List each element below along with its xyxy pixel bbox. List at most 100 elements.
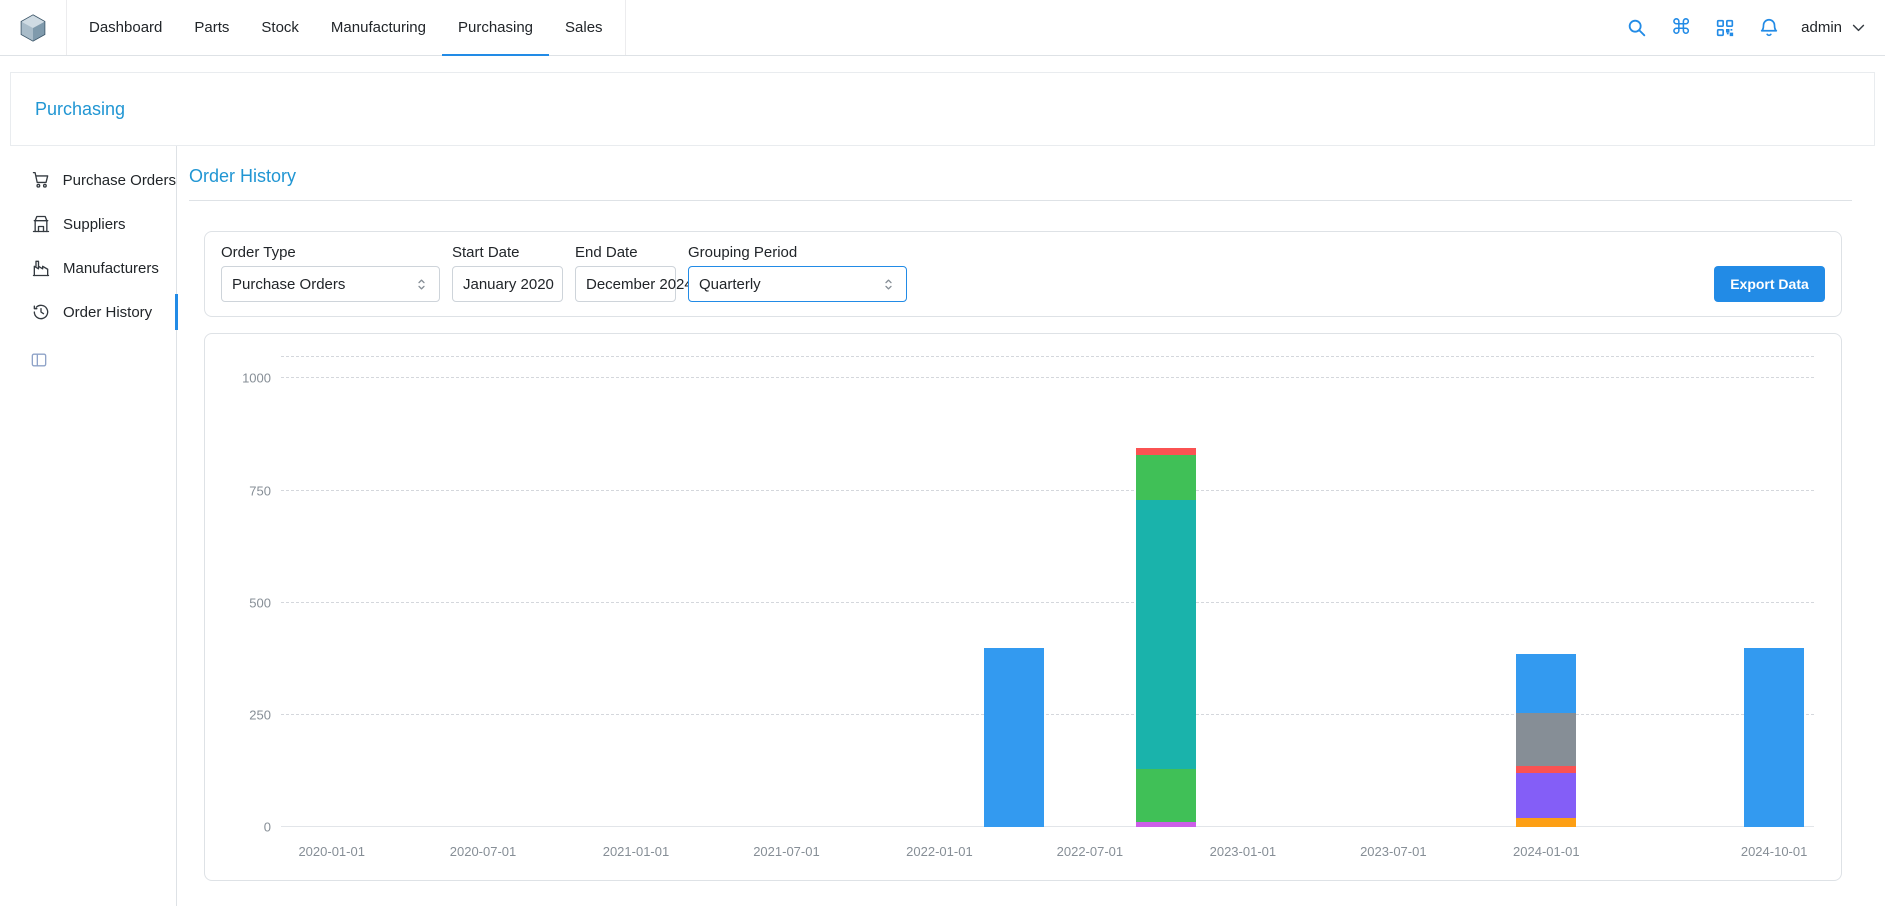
factory-icon <box>31 258 51 278</box>
top-navbar: Dashboard Parts Stock Manufacturing Purc… <box>0 0 1885 56</box>
app-logo[interactable] <box>18 13 48 43</box>
search-icon <box>1626 17 1648 39</box>
gridline <box>281 377 1814 378</box>
chart-plot <box>281 356 1814 827</box>
order-type-label: Order Type <box>221 244 440 261</box>
gridline <box>281 490 1814 491</box>
y-tick-label: 750 <box>249 483 271 498</box>
breadcrumb[interactable]: Purchasing <box>35 99 125 120</box>
sidebar-item-manufacturers[interactable]: Manufacturers <box>0 246 176 290</box>
sidebar-item-label: Order History <box>63 304 152 321</box>
page-title: Order History <box>189 166 1852 187</box>
bar-segment <box>1744 648 1804 827</box>
search-button[interactable] <box>1625 16 1649 40</box>
title-divider <box>189 200 1852 201</box>
order-type-select[interactable]: Purchase Orders <box>221 266 440 302</box>
bar-segment <box>1516 773 1576 818</box>
y-tick-label: 250 <box>249 707 271 722</box>
chart-x-axis: 2020-01-01 2020-07-01 2021-01-01 2021-07-01… <box>281 844 1814 864</box>
breadcrumb-panel: Purchasing <box>10 72 1875 146</box>
y-tick-label: 500 <box>249 595 271 610</box>
y-tick-label: 0 <box>264 820 271 835</box>
y-tick-label: 1000 <box>242 371 271 386</box>
stacked-bar[interactable] <box>1744 356 1804 827</box>
sidebar-item-suppliers[interactable]: Suppliers <box>0 202 176 246</box>
tab-parts[interactable]: Parts <box>178 0 245 56</box>
bell-icon <box>1758 17 1780 39</box>
order-type-value: Purchase Orders <box>232 276 345 293</box>
tab-purchasing[interactable]: Purchasing <box>442 0 549 56</box>
start-date-input[interactable]: January 2020 <box>452 266 563 302</box>
username-label: admin <box>1801 19 1842 36</box>
building-store-icon <box>31 214 51 234</box>
stacked-bar[interactable] <box>1136 356 1196 827</box>
x-tick-label: 2024-10-01 <box>1741 844 1808 859</box>
order-type-field: Order Type Purchase Orders <box>221 244 440 302</box>
sidebar-item-label: Purchase Orders <box>63 172 176 189</box>
x-tick-label: 2020-07-01 <box>450 844 517 859</box>
chart-y-axis: 02505007501000 <box>205 356 271 827</box>
bar-segment <box>1516 818 1576 827</box>
sidebar-item-label: Suppliers <box>63 216 126 233</box>
start-date-value: January 2020 <box>463 276 554 293</box>
x-tick-label: 2024-01-01 <box>1513 844 1580 859</box>
tab-stock[interactable]: Stock <box>245 0 315 56</box>
bar-segment <box>1516 766 1576 773</box>
grouping-period-field: Grouping Period Quarterly <box>688 244 907 302</box>
history-icon <box>31 302 51 322</box>
bar-segment <box>984 648 1044 827</box>
barcode-scan-icon <box>1714 17 1736 39</box>
gridline <box>281 826 1814 827</box>
user-menu[interactable]: admin <box>1801 19 1867 36</box>
x-tick-label: 2020-01-01 <box>298 844 365 859</box>
sidebar-toggle-button[interactable] <box>29 350 49 370</box>
grouping-period-label: Grouping Period <box>688 244 907 261</box>
bar-segment <box>1136 769 1196 822</box>
bar-segment <box>1516 713 1576 767</box>
filter-panel: Order Type Purchase Orders Start Date Ja… <box>204 231 1842 317</box>
sidebar-item-label: Manufacturers <box>63 260 159 277</box>
start-date-label: Start Date <box>452 244 563 261</box>
export-data-button[interactable]: Export Data <box>1714 266 1825 302</box>
bar-segment <box>1136 500 1196 769</box>
command-palette-button[interactable]: ⌘ <box>1669 16 1693 40</box>
x-tick-label: 2022-01-01 <box>906 844 973 859</box>
end-date-label: End Date <box>575 244 676 261</box>
end-date-value: December 2024 <box>586 276 693 293</box>
gridline-top <box>281 356 1814 357</box>
stacked-bar[interactable] <box>984 356 1044 827</box>
chevron-up-down-icon <box>414 277 429 292</box>
shopping-cart-icon <box>31 170 51 190</box>
x-tick-label: 2023-01-01 <box>1210 844 1277 859</box>
x-tick-label: 2021-01-01 <box>603 844 670 859</box>
main-nav-tabs: Dashboard Parts Stock Manufacturing Purc… <box>66 0 626 55</box>
bar-segment <box>1136 448 1196 455</box>
sidebar-item-order-history[interactable]: Order History <box>0 290 176 334</box>
notifications-button[interactable] <box>1757 16 1781 40</box>
x-tick-label: 2021-07-01 <box>753 844 820 859</box>
cube-logo-icon <box>18 13 48 43</box>
chevron-down-icon <box>1850 19 1867 36</box>
stacked-bar[interactable] <box>1516 356 1576 827</box>
end-date-input[interactable]: December 2024 <box>575 266 676 302</box>
sidebar-item-purchase-orders[interactable]: Purchase Orders <box>0 158 176 202</box>
grouping-period-value: Quarterly <box>699 276 761 293</box>
gridline <box>281 714 1814 715</box>
sidebar: Purchase Orders Suppliers Manufacturers … <box>0 146 177 906</box>
start-date-field: Start Date January 2020 <box>452 244 563 302</box>
grouping-period-select[interactable]: Quarterly <box>688 266 907 302</box>
tab-manufacturing[interactable]: Manufacturing <box>315 0 442 56</box>
barcode-scan-button[interactable] <box>1713 16 1737 40</box>
tab-dashboard[interactable]: Dashboard <box>73 0 178 56</box>
chart-panel: 0 250 500 750 1000 2020-01-01 2020-07-01 2021-… <box>204 333 1842 881</box>
bar-segment <box>1136 822 1196 827</box>
end-date-field: End Date December 2024 <box>575 244 676 302</box>
tab-sales[interactable]: Sales <box>549 0 619 56</box>
bar-segment <box>1516 654 1576 712</box>
x-tick-label: 2022-07-01 <box>1057 844 1124 859</box>
chevron-up-down-icon <box>881 277 896 292</box>
sidebar-toggle-icon <box>29 350 49 370</box>
command-icon: ⌘ <box>1671 17 1692 38</box>
gridline <box>281 602 1814 603</box>
x-tick-label: 2023-07-01 <box>1360 844 1427 859</box>
